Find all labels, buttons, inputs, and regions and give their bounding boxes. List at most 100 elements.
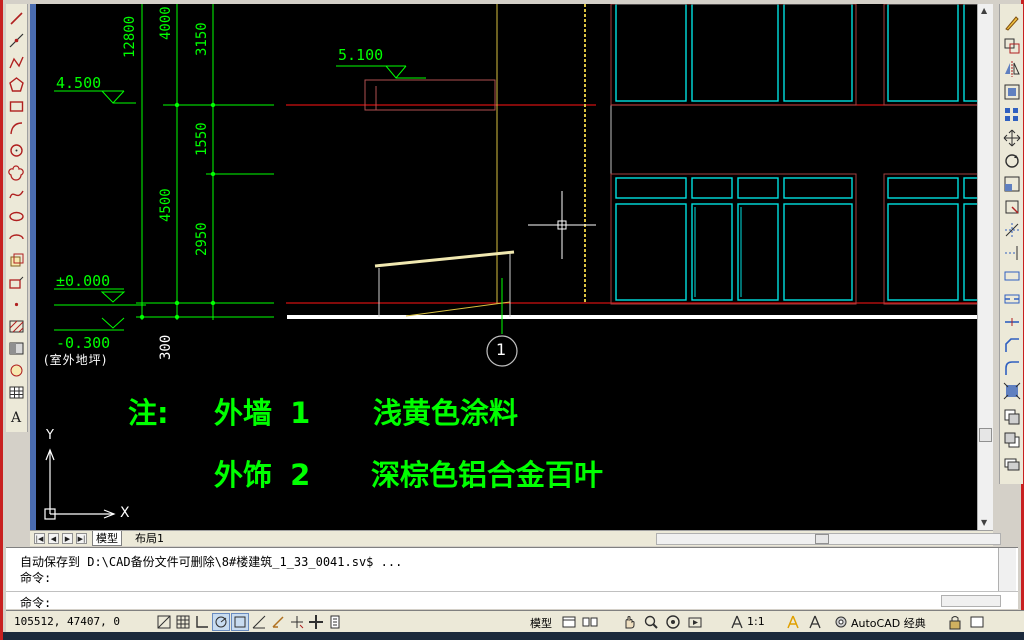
autocad-window: A 5.100 4.500 ±0.000 -0.300 (室外地坪) 12800… bbox=[0, 0, 1024, 640]
drawing-canvas[interactable]: 5.100 4.500 ±0.000 -0.300 (室外地坪) 12800 4… bbox=[36, 4, 977, 530]
note2-desc: 深棕色铝合金百叶 bbox=[371, 458, 604, 492]
clean-screen-icon[interactable] bbox=[968, 613, 986, 631]
command-scrollbar[interactable] bbox=[941, 595, 1001, 607]
ucs-x-label: X bbox=[120, 505, 130, 521]
fillet-icon[interactable] bbox=[1003, 359, 1021, 377]
auto-add-scales-icon[interactable] bbox=[806, 613, 824, 631]
toolbar-lock-icon[interactable] bbox=[946, 613, 964, 631]
rectangle-icon[interactable] bbox=[8, 98, 25, 115]
command-history-line: 自动保存到 D:\CAD备份文件可删除\8#楼建筑_1_33_0041.sv$ … bbox=[20, 555, 403, 569]
point-icon[interactable] bbox=[8, 296, 25, 313]
object-snap-icon[interactable] bbox=[231, 613, 249, 631]
break-icon[interactable] bbox=[1003, 290, 1021, 308]
axis-bubble-label: 1 bbox=[496, 340, 507, 359]
circle-icon[interactable] bbox=[8, 142, 25, 159]
move-icon[interactable] bbox=[1003, 129, 1021, 147]
svg-text:A: A bbox=[10, 410, 22, 425]
quick-view-drawings-icon[interactable] bbox=[581, 613, 599, 631]
make-block-icon[interactable] bbox=[8, 274, 25, 291]
quick-view-layouts-icon[interactable] bbox=[560, 613, 578, 631]
workspace-name[interactable]: AutoCAD 经典 bbox=[851, 615, 926, 631]
infer-constraints-icon[interactable] bbox=[155, 613, 173, 631]
draw-toolbar: A bbox=[6, 4, 28, 432]
command-history-scrollbar[interactable] bbox=[998, 548, 1016, 591]
command-input[interactable]: 命令: bbox=[6, 591, 1018, 610]
layout-tab-bar: |◀ ◀ ▶ ▶| 模型 布局1 bbox=[30, 530, 1001, 546]
arc-icon[interactable] bbox=[8, 120, 25, 137]
copy-icon[interactable] bbox=[1003, 37, 1021, 55]
dynamic-ucs-icon[interactable] bbox=[269, 613, 287, 631]
prev-tab-icon[interactable]: ◀ bbox=[48, 533, 59, 544]
polar-tracking-icon[interactable] bbox=[212, 613, 230, 631]
horizontal-scroll-thumb[interactable] bbox=[815, 534, 829, 544]
level-label-450: 4.500 bbox=[56, 74, 102, 92]
tab-layout1[interactable]: 布局1 bbox=[132, 531, 167, 546]
command-window: 自动保存到 D:\CAD备份文件可删除\8#楼建筑_1_33_0041.sv$ … bbox=[6, 547, 1018, 610]
note2-item: 外饰 2 bbox=[214, 458, 311, 492]
annotation-scale-icon[interactable] bbox=[728, 613, 746, 631]
insert-block-icon[interactable] bbox=[8, 252, 25, 269]
dim-label-4500: 4500 bbox=[158, 188, 174, 222]
dim-label-12800: 12800 bbox=[122, 15, 138, 58]
trim-icon[interactable] bbox=[1003, 221, 1021, 239]
array-icon[interactable] bbox=[1003, 106, 1021, 124]
showmotion-icon[interactable] bbox=[686, 613, 704, 631]
model-space-label[interactable]: 模型 bbox=[530, 615, 552, 631]
vertical-scroll-thumb[interactable] bbox=[979, 428, 992, 442]
rotate-icon[interactable] bbox=[1003, 152, 1021, 170]
table-icon[interactable] bbox=[8, 384, 25, 401]
command-history-line: 命令: bbox=[20, 571, 52, 585]
lineweight-icon[interactable] bbox=[307, 613, 325, 631]
construction-line-icon[interactable] bbox=[8, 32, 25, 49]
draw-order-back-icon[interactable] bbox=[1003, 431, 1021, 449]
first-tab-icon[interactable]: |◀ bbox=[34, 533, 45, 544]
dynamic-input-icon[interactable] bbox=[288, 613, 306, 631]
horizontal-scrollbar[interactable] bbox=[656, 533, 1001, 545]
scroll-up-icon[interactable]: ▲ bbox=[981, 6, 987, 15]
scale-icon[interactable] bbox=[1003, 175, 1021, 193]
next-tab-icon[interactable]: ▶ bbox=[62, 533, 73, 544]
offset-icon[interactable] bbox=[1003, 83, 1021, 101]
ellipse-icon[interactable] bbox=[8, 208, 25, 225]
ellipse-arc-icon[interactable] bbox=[8, 230, 25, 247]
note1-item: 外墙 1 bbox=[214, 396, 311, 430]
region-icon[interactable] bbox=[8, 362, 25, 379]
dim-label-2950: 2950 bbox=[194, 222, 210, 256]
last-tab-icon[interactable]: ▶| bbox=[76, 533, 87, 544]
cursor-coordinates: 105512, 47407, 0 bbox=[14, 615, 120, 628]
extend-icon[interactable] bbox=[1003, 244, 1021, 262]
revision-cloud-icon[interactable] bbox=[8, 164, 25, 181]
draw-order-above-icon[interactable] bbox=[1003, 454, 1021, 472]
spline-icon[interactable] bbox=[8, 186, 25, 203]
workspace-switching-icon[interactable] bbox=[832, 613, 850, 631]
line-tool-icon[interactable] bbox=[8, 10, 25, 27]
chamfer-icon[interactable] bbox=[1003, 336, 1021, 354]
explode-icon[interactable] bbox=[1003, 382, 1021, 400]
gradient-icon[interactable] bbox=[8, 340, 25, 357]
tab-model[interactable]: 模型 bbox=[92, 531, 122, 546]
polygon-icon[interactable] bbox=[8, 76, 25, 93]
object-snap-tracking-icon[interactable] bbox=[250, 613, 268, 631]
steering-wheel-icon[interactable] bbox=[664, 613, 682, 631]
stretch-icon[interactable] bbox=[1003, 198, 1021, 216]
note-prefix: 注: bbox=[128, 396, 169, 430]
hatch-icon[interactable] bbox=[8, 318, 25, 335]
multiline-text-icon[interactable]: A bbox=[8, 408, 25, 425]
pan-icon[interactable] bbox=[620, 613, 638, 631]
quick-properties-icon[interactable] bbox=[326, 613, 344, 631]
mirror-icon[interactable] bbox=[1003, 60, 1021, 78]
grid-display-icon[interactable] bbox=[174, 613, 192, 631]
erase-icon[interactable] bbox=[1003, 14, 1021, 32]
polyline-icon[interactable] bbox=[8, 54, 25, 71]
vertical-scrollbar[interactable]: ▲ ▼ bbox=[977, 4, 993, 530]
join-icon[interactable] bbox=[1003, 313, 1021, 331]
ortho-mode-icon[interactable] bbox=[193, 613, 211, 631]
annotation-visibility-icon[interactable] bbox=[784, 613, 802, 631]
annotation-scale-value[interactable]: 1:1 bbox=[747, 615, 765, 628]
ground-level-note: (室外地坪) bbox=[44, 353, 108, 367]
level-label-000: ±0.000 bbox=[56, 272, 111, 290]
draw-order-front-icon[interactable] bbox=[1003, 408, 1021, 426]
scroll-down-icon[interactable]: ▼ bbox=[981, 518, 987, 527]
break-at-point-icon[interactable] bbox=[1003, 267, 1021, 285]
zoom-icon[interactable] bbox=[642, 613, 660, 631]
